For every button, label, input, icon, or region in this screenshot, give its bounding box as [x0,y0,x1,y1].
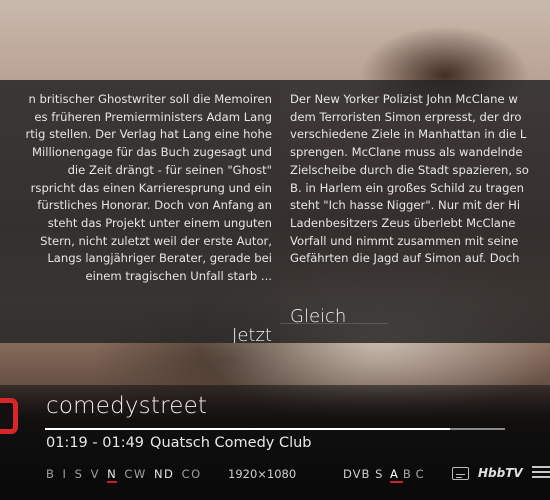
next-description-line: steht "Ich hasse Nigger". Nur mit der Hi [290,198,521,213]
next-description-line: dem Terroristen Simon erpresst, der dro [290,109,522,124]
now-description-line: Stern, nicht zuletzt weil der erste Auto… [40,233,272,248]
hbbtv-label[interactable]: HbbTV [478,466,523,480]
now-epg-panel[interactable]: n britischer Ghostwriter soll die Memoir… [0,80,280,343]
next-description-line: B. in Harlem ein großes Schild zu tragen [290,180,524,195]
now-description-line: rtig stellen. Der Verlag hat Lang eine h… [25,127,273,142]
programme-title: Quatsch Comedy Club [150,435,312,451]
service-badge: CW [124,467,147,481]
now-description-line: Millionengage für das Buch zugesagt und [32,145,272,160]
audio-track-selector[interactable]: ABC [390,467,429,483]
now-description-line: rspricht das einen Karrieresprung und ei… [30,180,272,195]
tuner-badge: DVB S [343,467,384,481]
programme-time: 01:19 - 01:49 [46,435,145,451]
resolution-badge: 1920×1080 [228,467,297,481]
now-description: n britischer Ghostwriter soll die Memoir… [0,91,273,286]
service-badge: V [90,467,100,481]
next-description-line: Der New Yorker Polizist John McClane w [290,92,518,106]
channel-name: comedystreet [46,393,208,419]
next-description: Der New Yorker Polizist John McClane w de… [290,91,550,268]
programme-line: 01:19 - 01:49 Quatsch Comedy Club [46,435,312,451]
next-description-line: verschiedene Ziele in Manhattan in die L [290,127,527,142]
audio-track-option[interactable]: C [416,467,429,481]
channel-logo [0,398,18,434]
next-description-line: Gefährten die Jagd auf Simon auf. Doch [290,251,520,266]
next-description-line: Ladenbesitzers Zeus überlebt McClane [290,215,516,230]
now-description-line: einem tragischen Unfall starb ... [85,269,272,284]
progress-fill [45,428,450,430]
now-label: Jetzt [232,325,272,343]
now-description-line: es früheren Premierministers Adam Lang [34,109,272,124]
now-description-line: fürstliches Honorar. Doch von Anfang an [37,198,272,213]
service-badge: CO [181,467,202,481]
now-description-line: Langs langjähriger Berater, gerade bei [47,251,272,266]
now-description-line: die Zeit drängt - für seinen "Ghost" [67,162,272,177]
next-description-line: Vorfall und nimmt zusammen mit seine [290,233,519,248]
now-description-line: n britischer Ghostwriter soll die Memoir… [28,92,272,106]
service-badge: ND [153,467,175,481]
audio-track-option[interactable]: B [403,467,416,481]
next-epg-panel[interactable]: Der New Yorker Polizist John McClane w de… [280,80,550,343]
service-badge: S [74,467,84,481]
next-label-underline [280,323,388,324]
service-badges: B I S V N CW ND CO [46,467,204,483]
now-description-line: steht das Projekt unter einem unguten [47,215,272,230]
next-description-line: sprengen. McClane muss als wandelnde [290,145,523,160]
service-badge: I [62,467,68,481]
audio-track-option[interactable]: A [390,467,403,483]
menu-icon[interactable] [532,466,550,480]
next-description-line: Zielscheibe durch die Stadt spazieren, s… [290,162,529,177]
service-badge: B [46,467,56,481]
subtitles-icon[interactable] [452,467,469,480]
service-badge: N [107,467,118,483]
